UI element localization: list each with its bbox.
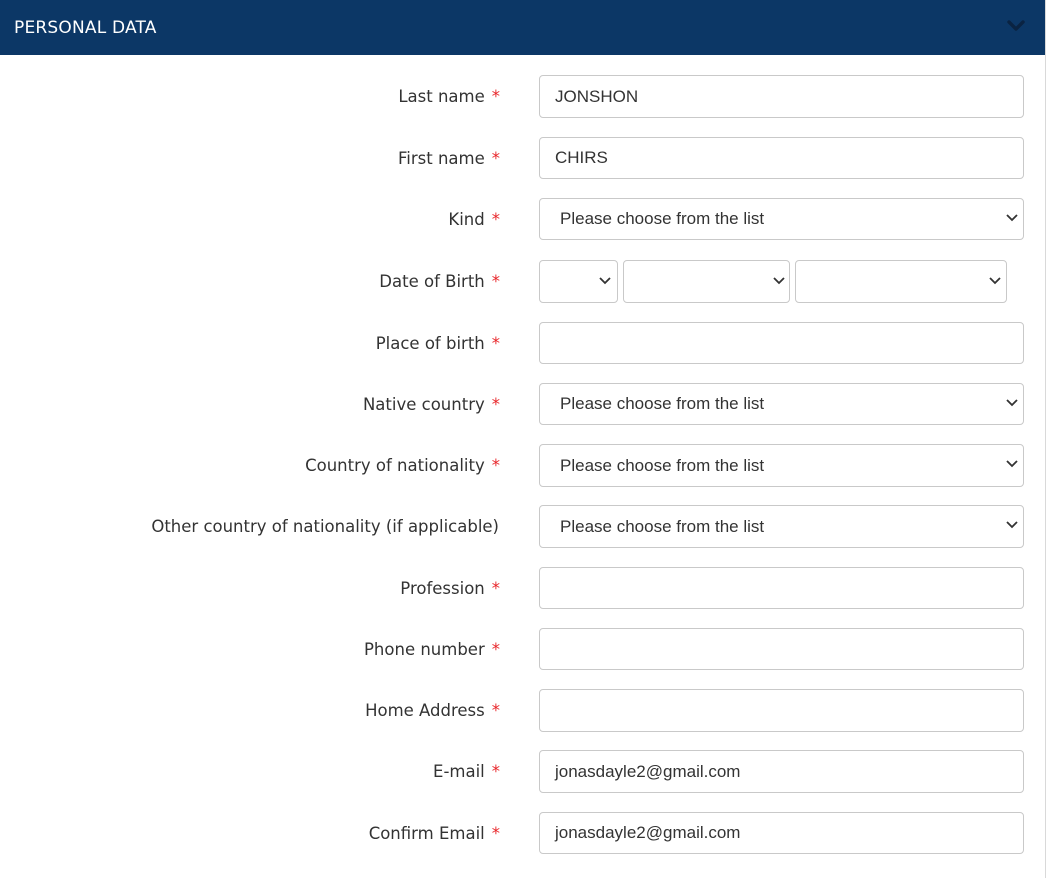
kind-label: Kind * xyxy=(448,210,500,229)
place-of-birth-input[interactable] xyxy=(539,322,1024,364)
phone-number-input[interactable] xyxy=(539,628,1024,670)
email-row: E-mail * jonasdayle2@gmail.com xyxy=(0,750,1045,793)
chevron-down-icon xyxy=(1006,399,1018,407)
last-name-row: Last name * JONSHON xyxy=(0,75,1045,118)
required-asterisk: * xyxy=(491,395,500,414)
personal-data-panel: PERSONAL DATA Last name * JONSHON First n… xyxy=(0,0,1046,878)
profession-input[interactable] xyxy=(539,567,1024,609)
dob-month-select[interactable] xyxy=(623,260,790,303)
date-of-birth-label: Date of Birth * xyxy=(379,272,500,291)
native-country-row: Native country * Please choose from the l… xyxy=(0,383,1045,426)
required-asterisk: * xyxy=(491,87,500,106)
required-asterisk: * xyxy=(491,334,500,353)
place-of-birth-row: Place of birth * xyxy=(0,322,1045,365)
required-asterisk: * xyxy=(491,456,500,475)
other-country-of-nationality-select-value: Please choose from the list xyxy=(560,517,765,536)
last-name-label: Last name * xyxy=(398,87,500,106)
required-asterisk: * xyxy=(491,762,500,781)
first-name-label: First name * xyxy=(397,149,500,168)
home-address-row: Home Address * xyxy=(0,689,1045,732)
other-country-of-nationality-row: Other country of nationality (if applica… xyxy=(0,505,1045,548)
other-country-of-nationality-select[interactable]: Please choose from the list xyxy=(539,505,1024,548)
required-asterisk: * xyxy=(491,824,500,843)
kind-select[interactable]: Please choose from the list xyxy=(539,198,1024,240)
home-address-input[interactable] xyxy=(539,689,1024,732)
dob-day-select[interactable] xyxy=(539,260,618,303)
phone-number-row: Phone number * xyxy=(0,628,1045,671)
confirm-email-label: Confirm Email * xyxy=(368,824,500,843)
native-country-select[interactable]: Please choose from the list xyxy=(539,383,1024,425)
first-name-row: First name * CHIRS xyxy=(0,137,1045,180)
email-input[interactable]: jonasdayle2@gmail.com xyxy=(539,750,1024,793)
chevron-down-icon xyxy=(773,277,785,285)
home-address-label: Home Address * xyxy=(365,701,500,720)
country-of-nationality-row: Country of nationality * Please choose fr… xyxy=(0,444,1045,487)
country-of-nationality-select-value: Please choose from the list xyxy=(560,456,765,475)
chevron-down-icon xyxy=(1006,521,1018,529)
chevron-down-icon xyxy=(989,277,1001,285)
kind-row: Kind * Please choose from the list xyxy=(0,198,1045,241)
place-of-birth-label: Place of birth * xyxy=(375,334,500,353)
chevron-down-icon[interactable] xyxy=(1006,18,1026,34)
chevron-down-icon xyxy=(599,277,611,285)
kind-select-value: Please choose from the list xyxy=(560,209,765,228)
confirm-email-row: Confirm Email * jonasdayle2@gmail.com xyxy=(0,812,1045,855)
phone-number-label: Phone number * xyxy=(363,640,500,659)
confirm-email-input[interactable]: jonasdayle2@gmail.com xyxy=(539,812,1024,854)
required-asterisk: * xyxy=(491,701,500,720)
chevron-down-icon xyxy=(1006,460,1018,468)
country-of-nationality-label: Country of nationality * xyxy=(305,456,500,475)
required-asterisk: * xyxy=(491,640,500,659)
chevron-down-icon xyxy=(1006,214,1018,222)
first-name-input[interactable]: CHIRS xyxy=(539,137,1024,179)
native-country-label: Native country * xyxy=(362,395,500,414)
panel-header[interactable]: PERSONAL DATA xyxy=(0,0,1045,55)
required-asterisk: * xyxy=(491,210,500,229)
country-of-nationality-select[interactable]: Please choose from the list xyxy=(539,444,1024,487)
profession-row: Profession * xyxy=(0,567,1045,610)
date-of-birth-row: Date of Birth * xyxy=(0,260,1045,303)
required-asterisk: * xyxy=(491,579,500,598)
dob-year-select[interactable] xyxy=(795,260,1007,303)
required-asterisk: * xyxy=(491,149,500,168)
email-label: E-mail * xyxy=(433,762,500,781)
panel-title: PERSONAL DATA xyxy=(14,18,157,38)
native-country-select-value: Please choose from the list xyxy=(560,394,765,413)
required-asterisk: * xyxy=(491,272,500,291)
other-country-of-nationality-label: Other country of nationality (if applica… xyxy=(151,517,499,536)
last-name-input[interactable]: JONSHON xyxy=(539,75,1024,118)
profession-label: Profession * xyxy=(400,579,500,598)
